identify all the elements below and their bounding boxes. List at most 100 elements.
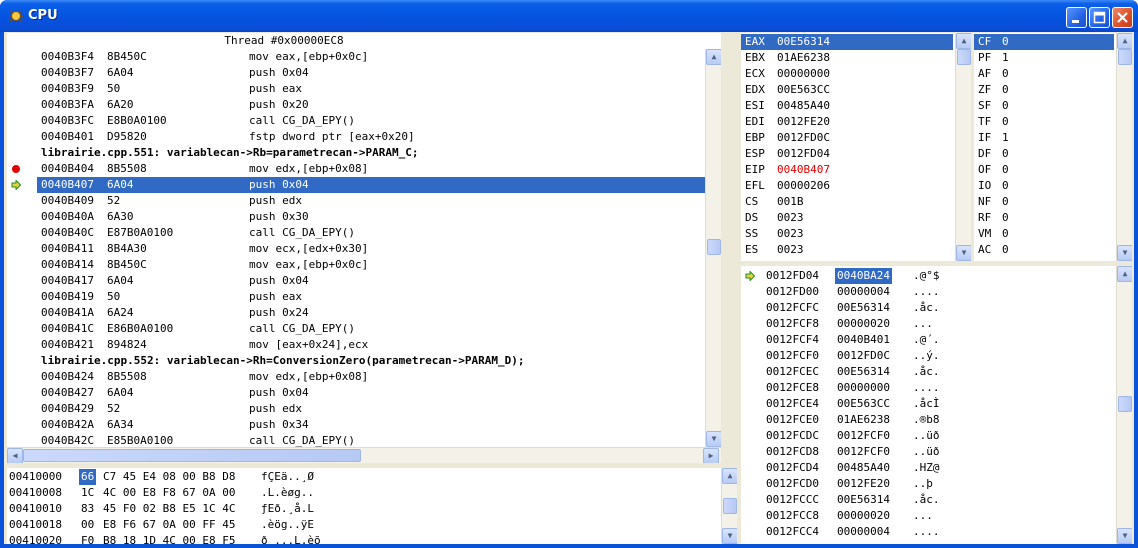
- memory-row[interactable]: 00410010 83 45 F0 02 B8 E5 1C 4C ƒEð.¸å.L: [7, 501, 717, 517]
- register-row[interactable]: EDX 00E563CC: [741, 82, 953, 98]
- minimize-button[interactable]: [1066, 7, 1087, 28]
- stack-row[interactable]: 0012FCF0 0012FD0C ..ý.: [741, 348, 1113, 364]
- flag-row[interactable]: AF 0: [974, 66, 1114, 82]
- register-row[interactable]: SS 0023: [741, 226, 953, 242]
- disassembly-vscroll[interactable]: ▲ ▼: [705, 49, 721, 447]
- scroll-thumb[interactable]: [1118, 49, 1132, 65]
- stack-row[interactable]: 0012FCE4 00E563CC .åcÌ: [741, 396, 1113, 412]
- stack-row[interactable]: 0012FCC4 00000004....: [741, 524, 1113, 540]
- close-button[interactable]: [1112, 7, 1133, 28]
- register-row[interactable]: EAX 00E56314: [741, 34, 953, 50]
- stack-row[interactable]: 0012FCDC 0012FCF0 ..üð: [741, 428, 1113, 444]
- disasm-line[interactable]: 0040B3FA 6A20 push 0x20: [7, 97, 721, 113]
- scroll-thumb[interactable]: [707, 239, 721, 255]
- stack-pane[interactable]: 0012FD04 0040BA24 .@°$ 0012FD00 00000004....…: [741, 266, 1132, 544]
- disasm-line[interactable]: 0040B3FC E8B0A0100 call CG_DA_EPY(): [7, 113, 721, 129]
- register-row[interactable]: ESI 00485A40: [741, 98, 953, 114]
- flag-row[interactable]: IF 1: [974, 130, 1114, 146]
- memory-row[interactable]: 00410000 66 C7 45 E4 08 00 B8 D8 fÇEä..¸Ø: [7, 469, 717, 485]
- stack-row[interactable]: 0012FD04 0040BA24 .@°$: [741, 268, 1113, 284]
- disasm-line[interactable]: 0040B40A 6A30 push 0x30: [7, 209, 721, 225]
- scroll-up-button[interactable]: ▲: [1117, 33, 1132, 49]
- scroll-right-button[interactable]: ▶: [703, 448, 719, 463]
- stack-row[interactable]: 0012FCD0 0012FE20 ..þ: [741, 476, 1113, 492]
- flag-row[interactable]: IO 0: [974, 178, 1114, 194]
- memory-row[interactable]: 00410018 00 E8 F6 67 0A 00 FF 45 .èög..ÿE: [7, 517, 717, 533]
- disasm-line[interactable]: 0040B3F4 8B450C mov eax,[ebp+0x0c]: [7, 49, 721, 65]
- register-row[interactable]: CS 001B: [741, 194, 953, 210]
- scroll-up-button[interactable]: ▲: [1117, 266, 1132, 282]
- disasm-line[interactable]: 0040B419 50 push eax: [7, 289, 721, 305]
- disasm-line[interactable]: 0040B421 894824 mov [eax+0x24],ecx: [7, 337, 721, 353]
- stack-row[interactable]: 0012FD00 00000004....: [741, 284, 1113, 300]
- stack-row[interactable]: 0012FCC8 00000020...: [741, 508, 1113, 524]
- scroll-thumb[interactable]: [1118, 396, 1132, 412]
- stack-row[interactable]: 0012FCEC 00E56314 .åc.: [741, 364, 1113, 380]
- disasm-line[interactable]: 0040B42A 6A34 push 0x34: [7, 417, 721, 433]
- flag-row[interactable]: AC 0: [974, 242, 1114, 258]
- flag-row[interactable]: RF 0: [974, 210, 1114, 226]
- flag-row[interactable]: ZF 0: [974, 82, 1114, 98]
- disasm-line[interactable]: 0040B411 8B4A30 mov ecx,[edx+0x30]: [7, 241, 721, 257]
- disasm-line[interactable]: 0040B404 8B5508 mov edx,[ebp+0x08]: [7, 161, 721, 177]
- scroll-thumb[interactable]: [723, 498, 737, 514]
- register-row[interactable]: EBX 01AE6238: [741, 50, 953, 66]
- flag-row[interactable]: DF 0: [974, 146, 1114, 162]
- disasm-line[interactable]: 0040B41C E86B0A0100 call CG_DA_EPY(): [7, 321, 721, 337]
- disasm-line[interactable]: 0040B414 8B450C mov eax,[ebp+0x0c]: [7, 257, 721, 273]
- register-row[interactable]: DS 0023: [741, 210, 953, 226]
- maximize-button[interactable]: [1089, 7, 1110, 28]
- scroll-thumb[interactable]: [957, 49, 971, 65]
- title-bar[interactable]: CPU: [0, 0, 1138, 32]
- disasm-line[interactable]: 0040B3F7 6A04 push 0x04: [7, 65, 721, 81]
- register-row[interactable]: EDI 0012FE20: [741, 114, 953, 130]
- memory-row[interactable]: 00410008 1C 4C 00 E8 F8 67 0A 00 .L.èøg..: [7, 485, 717, 501]
- flags-pane[interactable]: CF 0 PF 1 AF 0 ZF 0 SF 0 TF 0 IF 1 DF 0 OF 0 IO 0 NF 0 RF 0 VM 0 A…: [974, 33, 1132, 261]
- stack-row[interactable]: 0012FCF8 00000020...: [741, 316, 1113, 332]
- register-row[interactable]: ES 0023: [741, 242, 953, 258]
- register-row[interactable]: EIP 0040B407: [741, 162, 953, 178]
- disasm-line[interactable]: 0040B424 8B5508 mov edx,[ebp+0x08]: [7, 369, 721, 385]
- disasm-line[interactable]: 0040B427 6A04 push 0x04: [7, 385, 721, 401]
- scroll-up-button[interactable]: ▲: [722, 468, 737, 484]
- register-row[interactable]: ECX 00000000: [741, 66, 953, 82]
- flags-vscroll[interactable]: ▲ ▼: [1116, 33, 1132, 261]
- flag-row[interactable]: PF 1: [974, 50, 1114, 66]
- disasm-line[interactable]: librairie.cpp.551: variablecan->Rb=param…: [7, 145, 721, 161]
- memory-vscroll[interactable]: ▲ ▼: [721, 468, 737, 544]
- scroll-down-button[interactable]: ▼: [956, 245, 971, 261]
- stack-row[interactable]: 0012FCFC 00E56314 .åc.: [741, 300, 1113, 316]
- flag-row[interactable]: SF 0: [974, 98, 1114, 114]
- stack-row[interactable]: 0012FCE0 01AE6238 .®b8: [741, 412, 1113, 428]
- disassembly-hscroll[interactable]: ◀ ▶: [7, 447, 721, 463]
- register-row[interactable]: ESP 0012FD04: [741, 146, 953, 162]
- stack-row[interactable]: 0012FCCC 00E56314 .åc.: [741, 492, 1113, 508]
- scroll-down-button[interactable]: ▼: [1117, 528, 1132, 544]
- registers-pane[interactable]: EAX 00E56314 EBX 01AE6238 ECX 00000000 EDX 00E5…: [741, 33, 971, 261]
- scroll-down-button[interactable]: ▼: [722, 528, 737, 544]
- scroll-up-button[interactable]: ▲: [706, 49, 721, 65]
- disasm-line[interactable]: 0040B41A 6A24 push 0x24: [7, 305, 721, 321]
- stack-row[interactable]: 0012FCF4 0040B401 .@´.: [741, 332, 1113, 348]
- stack-row[interactable]: 0012FCD8 0012FCF0 ..üð: [741, 444, 1113, 460]
- memory-row[interactable]: 00410020 F0 B8 18 1D 4C 00 E8 F5 ð¸...L.èõ: [7, 533, 717, 544]
- disasm-line[interactable]: 0040B429 52 push edx: [7, 401, 721, 417]
- registers-vscroll[interactable]: ▲ ▼: [955, 33, 971, 261]
- flag-row[interactable]: OF 0: [974, 162, 1114, 178]
- disasm-line[interactable]: 0040B401 D95820 fstp dword ptr [eax+0x20]: [7, 129, 721, 145]
- scroll-down-button[interactable]: ▼: [706, 431, 721, 447]
- disassembly-pane[interactable]: Thread #0x00000EC8 0040B3F4 8B450C mov eax…: [7, 33, 721, 463]
- scroll-down-button[interactable]: ▼: [1117, 245, 1132, 261]
- hscroll-thumb[interactable]: [23, 449, 361, 462]
- disasm-line[interactable]: 0040B3F9 50 push eax: [7, 81, 721, 97]
- memory-dump-pane[interactable]: 00410000 66 C7 45 E4 08 00 B8 D8 fÇEä..¸Ø 00…: [7, 468, 737, 544]
- scroll-left-button[interactable]: ◀: [7, 448, 23, 463]
- stack-row[interactable]: 0012FCE8 00000000....: [741, 380, 1113, 396]
- flag-row[interactable]: NF 0: [974, 194, 1114, 210]
- flag-row[interactable]: CF 0: [974, 34, 1114, 50]
- stack-vscroll[interactable]: ▲ ▼: [1116, 266, 1132, 544]
- scroll-up-button[interactable]: ▲: [956, 33, 971, 49]
- flag-row[interactable]: TF 0: [974, 114, 1114, 130]
- disasm-line[interactable]: 0040B40C E87B0A0100 call CG_DA_EPY(): [7, 225, 721, 241]
- flag-row[interactable]: VM 0: [974, 226, 1114, 242]
